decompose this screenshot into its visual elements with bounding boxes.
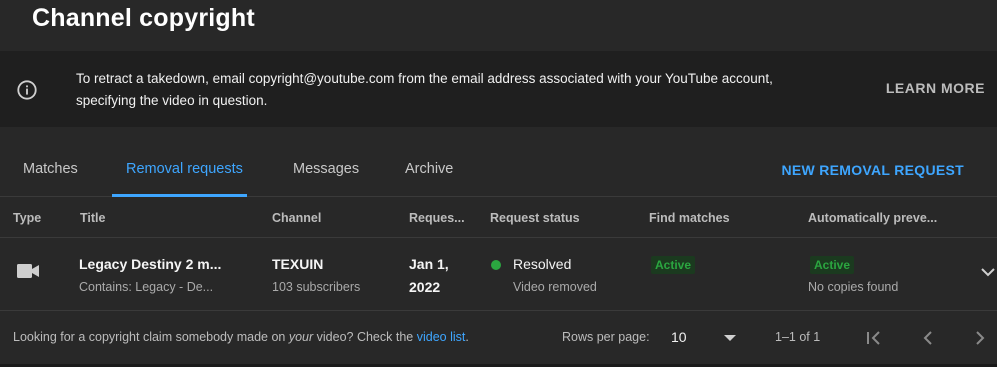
tab-archive[interactable]: Archive	[405, 161, 453, 177]
banner-line-1: To retract a takedown, email copyright@y…	[76, 71, 773, 86]
page-title: Channel copyright	[32, 4, 255, 32]
banner-message: To retract a takedown, email copyright@y…	[76, 68, 856, 112]
banner-line-2: specifying the video in question.	[76, 93, 268, 108]
row-date-line2: 2022	[409, 279, 441, 295]
column-header-channel[interactable]: Channel	[272, 211, 321, 225]
row-request-status-detail: Video removed	[513, 280, 597, 294]
tab-matches[interactable]: Matches	[23, 161, 78, 177]
pagination-range: 1–1 of 1	[775, 330, 821, 344]
info-icon	[17, 80, 37, 100]
find-matches-badge: Active	[651, 256, 696, 274]
previous-page-icon[interactable]	[918, 328, 938, 348]
table-row[interactable]: Legacy Destiny 2 m... Contains: Legacy -…	[0, 239, 997, 311]
row-channel-subscribers: 103 subscribers	[272, 280, 361, 294]
rows-per-page-label: Rows per page:	[562, 330, 650, 344]
column-header-automatically-prevent[interactable]: Automatically preve...	[808, 211, 937, 225]
page-header: Channel copyright	[0, 0, 997, 51]
footer-text-end: .	[465, 330, 469, 344]
tab-bar: Matches Removal requests Messages Archiv…	[0, 127, 997, 197]
active-tab-indicator	[112, 194, 247, 197]
row-request-status: Resolved	[513, 256, 572, 272]
column-header-requested[interactable]: Reques...	[409, 211, 465, 225]
table-header: Type Title Channel Reques... Request sta…	[0, 198, 997, 238]
column-header-request-status[interactable]: Request status	[490, 211, 580, 225]
video-list-link[interactable]: video list	[417, 330, 466, 344]
footer-message: Looking for a copyright claim somebody m…	[13, 330, 469, 344]
next-page-icon[interactable]	[970, 328, 990, 348]
table-footer: Looking for a copyright claim somebody m…	[0, 312, 997, 367]
row-title-contains: Contains: Legacy - De...	[79, 280, 214, 294]
auto-prevent-detail: No copies found	[808, 280, 899, 294]
chevron-down-icon[interactable]	[979, 263, 997, 281]
tab-removal-requests[interactable]: Removal requests	[126, 161, 243, 177]
dropdown-arrow-icon[interactable]	[724, 334, 736, 342]
status-dot-icon	[491, 260, 501, 270]
new-removal-request-button[interactable]: NEW REMOVAL REQUEST	[781, 162, 964, 178]
row-title[interactable]: Legacy Destiny 2 m...	[79, 256, 221, 272]
auto-prevent-badge: Active	[810, 256, 855, 274]
footer-text-emphasis: your	[288, 330, 314, 344]
video-camera-icon	[17, 264, 39, 278]
rows-per-page-select[interactable]: 10	[671, 329, 687, 345]
footer-text-after: video? Check the	[313, 330, 417, 344]
first-page-icon[interactable]	[864, 328, 884, 348]
tab-messages[interactable]: Messages	[293, 161, 359, 177]
footer-text-before: Looking for a copyright claim somebody m…	[13, 330, 289, 344]
row-date-line1: Jan 1,	[409, 256, 449, 272]
column-header-title[interactable]: Title	[80, 211, 105, 225]
column-header-type[interactable]: Type	[13, 211, 41, 225]
row-channel[interactable]: TEXUIN	[272, 256, 323, 272]
info-banner: To retract a takedown, email copyright@y…	[0, 51, 997, 127]
column-header-find-matches[interactable]: Find matches	[649, 211, 730, 225]
learn-more-button[interactable]: LEARN MORE	[886, 80, 985, 96]
